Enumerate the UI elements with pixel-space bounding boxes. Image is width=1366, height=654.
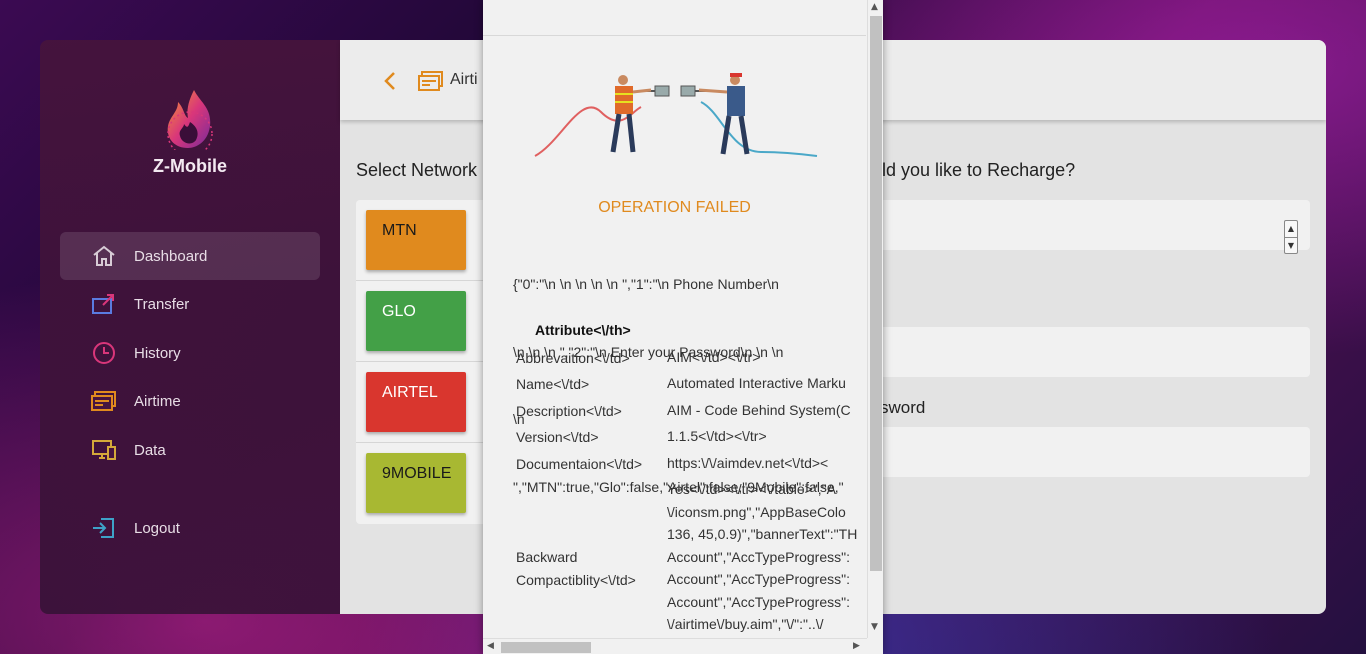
sidebar-item-label: History [134,344,181,362]
stepper-up-icon[interactable]: ▲ [1285,221,1297,237]
table-cell-key: Description<\/td> [516,403,622,419]
disconnected-plug-illustration [534,73,818,157]
sidebar-item-logout[interactable]: Logout [60,504,320,552]
table-cell-value: AIM<\/td><\/tr> [667,349,761,365]
sidebar: Z-Mobile Dashboard Transfer History Airt… [40,40,340,614]
table-cell-value: Yes<\/td><\/tr><\/table>","A \/iconsm.pn… [667,481,858,632]
sidebar-item-history[interactable]: History [60,329,320,377]
sidebar-item-label: Logout [134,519,180,537]
data-icon [90,436,118,464]
dialog-body: OPERATION FAILED {"0":"\n \n \n \n \n ",… [483,36,866,638]
scrollbar-thumb[interactable] [870,16,882,571]
scroll-down-icon[interactable]: ▼ [871,622,878,632]
table-cell-value: Automated Interactive Marku [667,375,846,391]
recharge-question-label: uld you like to Recharge? [872,160,1076,180]
sidebar-item-label: Airtime [134,392,181,410]
amount-field[interactable]: ▲ ▼ [820,200,1310,254]
phone-field[interactable] [820,327,1310,377]
network-button-9mobile[interactable]: 9MOBILE [366,453,466,513]
raw-line: {"0":"\n \n \n \n \n ","1":"\n Phone Num… [513,276,779,292]
page-title: Airti [450,71,478,88]
network-label: MTN [382,222,417,239]
card-icon [418,71,443,91]
table-cell-key: Documentaion<\/td> [516,456,643,472]
logout-icon [90,514,118,542]
sidebar-item-data[interactable]: Data [60,426,320,474]
sidebar-item-label: Transfer [134,295,190,313]
table-cell-key: Backward Compactiblity<\/td> [516,549,636,588]
back-arrow-icon[interactable] [380,70,400,92]
table-cell-value: AIM - Code Behind System(C [667,402,851,418]
status-message: OPERATION FAILED [598,199,751,216]
card-icon [90,387,118,415]
scroll-left-icon[interactable]: ◀ [487,641,494,651]
scrollbar-thumb[interactable] [501,642,591,653]
sidebar-item-transfer[interactable]: Transfer [60,280,320,328]
sidebar-item-dashboard[interactable]: Dashboard [60,232,320,280]
stepper-down-icon[interactable]: ▼ [1285,237,1297,253]
horizontal-scrollbar[interactable]: ◀ ▶ [483,638,867,654]
scroll-up-icon[interactable]: ▲ [871,2,878,12]
home-icon [90,242,118,270]
scroll-right-icon[interactable]: ▶ [853,641,860,651]
password-field[interactable] [820,427,1310,477]
transfer-icon [90,290,118,318]
sidebar-item-label: Data [134,441,166,459]
table-header: Attribute<\/th> [535,322,631,338]
vertical-scrollbar[interactable]: ▲ ▼ [867,0,883,638]
error-dialog: OPERATION FAILED {"0":"\n \n \n \n \n ",… [483,0,883,654]
table-cell-value: 1.1.5<\/td><\/tr> [667,428,767,444]
dialog-header [483,0,866,36]
clock-icon [90,339,118,367]
flame-logo-icon [167,90,213,150]
sidebar-item-label: Dashboard [134,247,208,265]
table-cell-key: Name<\/td> [516,376,590,392]
table-cell-key: Abbrevaition<\/td> [516,350,630,366]
network-label: AIRTEL [382,384,438,401]
network-label: 9MOBILE [382,465,452,482]
select-network-label: Select Network [356,160,478,180]
table-cell-key: Version<\/td> [516,429,599,445]
password-label: sword [880,398,926,417]
network-button-airtel[interactable]: AIRTEL [366,372,466,432]
network-button-glo[interactable]: GLO [366,291,466,351]
network-button-mtn[interactable]: MTN [366,210,466,270]
sidebar-item-airtime[interactable]: Airtime [60,377,320,425]
table-cell-value: https:\/\/aimdev.net<\/td>< [667,455,829,471]
brand-name: Z-Mobile [153,156,227,176]
network-label: GLO [382,303,416,320]
quantity-stepper[interactable]: ▲ ▼ [1284,220,1298,254]
